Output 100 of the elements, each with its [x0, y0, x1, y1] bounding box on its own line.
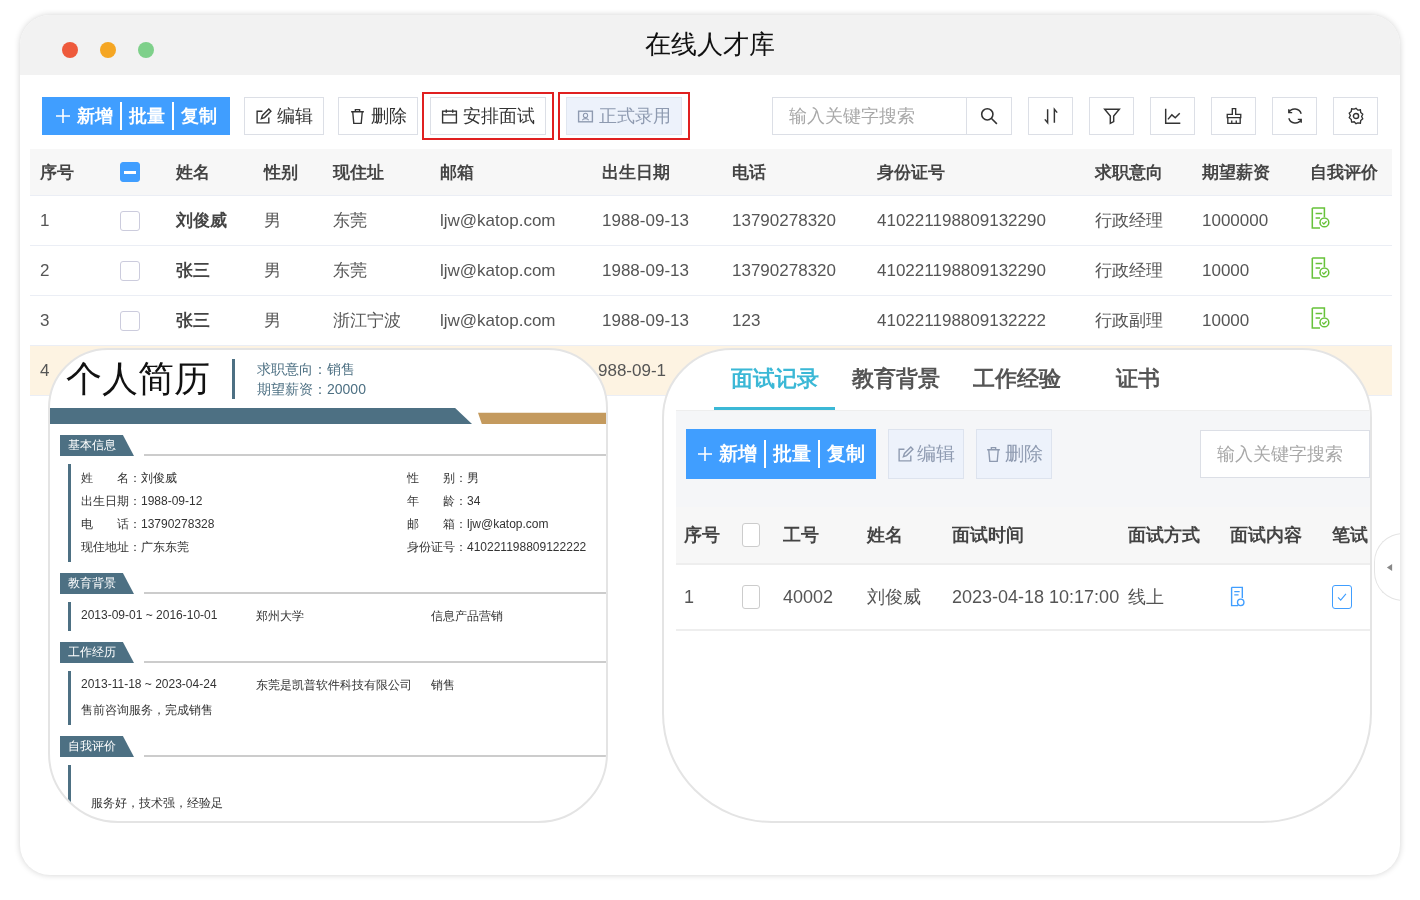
entry-text: 东莞是凯普软件科技有限公司 [256, 677, 413, 694]
table-cell-text: ljw@katop.com [439, 210, 557, 231]
row-checkbox[interactable] [742, 585, 760, 609]
table-cell-text: 2 [39, 260, 51, 281]
table-cell-text: 东莞 [332, 210, 368, 232]
table-cell-text: 410221198809132290 [876, 210, 1047, 231]
table-cell-text: 男 [263, 260, 282, 282]
info-text: 电 话：13790278328 [81, 516, 216, 533]
section-heading: 工作经历 [60, 642, 134, 663]
trash-icon [349, 107, 366, 125]
info-text: 姓 名：刘俊威 [81, 470, 178, 487]
row-checkbox[interactable] [120, 310, 140, 331]
entry-text: 2013-09-01 ~ 2016-10-01 [81, 608, 219, 624]
chart-button[interactable] [1150, 97, 1195, 135]
column-header: 邮箱 [439, 161, 475, 184]
sort-button[interactable] [1028, 97, 1073, 135]
edit-icon [255, 107, 272, 125]
table-cell-text: 张三 [175, 260, 211, 282]
split-segment[interactable]: 新增 [690, 440, 764, 468]
column-header: 姓名 [865, 524, 904, 547]
select-all-checkbox[interactable] [742, 523, 760, 547]
document-check-icon[interactable] [1310, 306, 1330, 329]
split-segment[interactable]: 批量 [764, 440, 818, 468]
row-checkbox[interactable] [120, 260, 140, 281]
tab[interactable]: 工作经验 [956, 350, 1077, 410]
refresh-icon [1285, 107, 1304, 125]
toolbar-button[interactable]: 删除 [338, 97, 418, 135]
tab[interactable]: 证书 [1077, 350, 1198, 410]
column-header: 现住址 [331, 161, 385, 184]
column-header: 序号 [39, 161, 75, 184]
select-all-checkbox[interactable] [120, 162, 140, 182]
toolbar-button[interactable]: 安排面试 [430, 97, 546, 135]
table-cell-text: 3 [39, 310, 51, 331]
table-cell-text: 线上 [1127, 586, 1165, 609]
refresh-button[interactable] [1272, 97, 1317, 135]
line-chart-icon [1163, 107, 1182, 125]
caret-icon [1385, 562, 1393, 572]
job-intent-text: 求职意向：销售 [257, 360, 356, 379]
search-field[interactable]: 输入关键字搜索 [772, 97, 967, 135]
edit-icon [897, 445, 914, 463]
table-cell-text: 1988-09-13 [601, 310, 690, 331]
written-test-checkbox[interactable] [1332, 585, 1352, 609]
column-header: 面试方式 [1127, 524, 1201, 547]
add-split-button[interactable]: 新增 批量 复制 [42, 97, 230, 135]
table-cell-text: 40002 [782, 586, 835, 608]
column-header: 面试内容 [1229, 524, 1303, 547]
toolbar-button[interactable]: 编辑 [244, 97, 324, 135]
table-cell-text: ljw@katop.com [439, 310, 557, 331]
table-cell-text: 10000 [1201, 260, 1251, 281]
table-cell-text: ljw@katop.com [439, 260, 557, 281]
filter-button[interactable] [1089, 97, 1134, 135]
entry-text: 信息产品营销 [431, 608, 504, 625]
filter-icon [1102, 107, 1121, 125]
entry-text: 郑州大学 [256, 608, 305, 625]
entry-text: 2013-11-18 ~ 2023-04-24 [81, 677, 218, 693]
maximize-icon[interactable] [138, 42, 154, 58]
minimize-icon[interactable] [100, 42, 116, 58]
split-segment[interactable]: 批量 [120, 102, 172, 130]
info-text: 性 别：男 [407, 470, 480, 487]
table-cell-text: 刘俊威 [866, 586, 922, 609]
document-check-icon[interactable] [1310, 206, 1330, 229]
broom-icon [1224, 107, 1243, 125]
split-segment[interactable]: 新增 [48, 102, 120, 130]
row-checkbox[interactable] [120, 210, 140, 231]
column-header: 笔试 [1331, 524, 1369, 547]
column-header: 出生日期 [601, 161, 671, 184]
plus-icon [697, 446, 713, 462]
table-cell-text: 13790278320 [731, 210, 837, 231]
self-evaluation-text: 服务好，技术强，经验足 [90, 795, 224, 812]
search-field[interactable]: 输入关键字搜索 [1200, 430, 1370, 478]
table-cell-text: 1 [683, 586, 695, 608]
table-cell-text: 行政经理 [1094, 260, 1164, 282]
tab[interactable]: 教育背景 [835, 350, 956, 410]
table-cell: 988-09-1 [598, 360, 667, 381]
document-check-icon[interactable] [1310, 256, 1330, 279]
clear-button[interactable] [1211, 97, 1256, 135]
table-cell-text: 123 [731, 310, 762, 331]
entry-text: 销售 [431, 677, 456, 694]
split-segment[interactable]: 复制 [818, 440, 872, 468]
search-button[interactable] [967, 97, 1012, 135]
split-segment[interactable]: 复制 [172, 102, 224, 130]
column-header: 自我评价 [1309, 161, 1379, 184]
table-cell-text: 东莞 [332, 260, 368, 282]
column-header: 求职意向 [1093, 161, 1164, 184]
table-cell-text: 1 [39, 210, 51, 231]
resume-title: 个人简历 [66, 356, 210, 401]
entry-note: 售前咨询服务，完成销售 [81, 702, 214, 719]
document-icon[interactable] [1230, 585, 1245, 609]
info-text: 年 龄：34 [407, 493, 482, 510]
section-heading: 自我评价 [60, 736, 134, 757]
table-cell-text: 1988-09-13 [601, 210, 690, 231]
table-cell: 4 [40, 360, 50, 381]
table-cell-text: 刘俊威 [174, 210, 228, 232]
column-header: 姓名 [174, 161, 211, 184]
settings-button[interactable] [1333, 97, 1378, 135]
table-cell-text: 13790278320 [731, 260, 837, 281]
column-header: 期望薪资 [1201, 161, 1271, 184]
add-split-button[interactable]: 新增 批量 复制 [686, 429, 876, 479]
table-cell-text: 410221198809132290 [876, 260, 1047, 281]
close-icon[interactable] [62, 42, 78, 58]
